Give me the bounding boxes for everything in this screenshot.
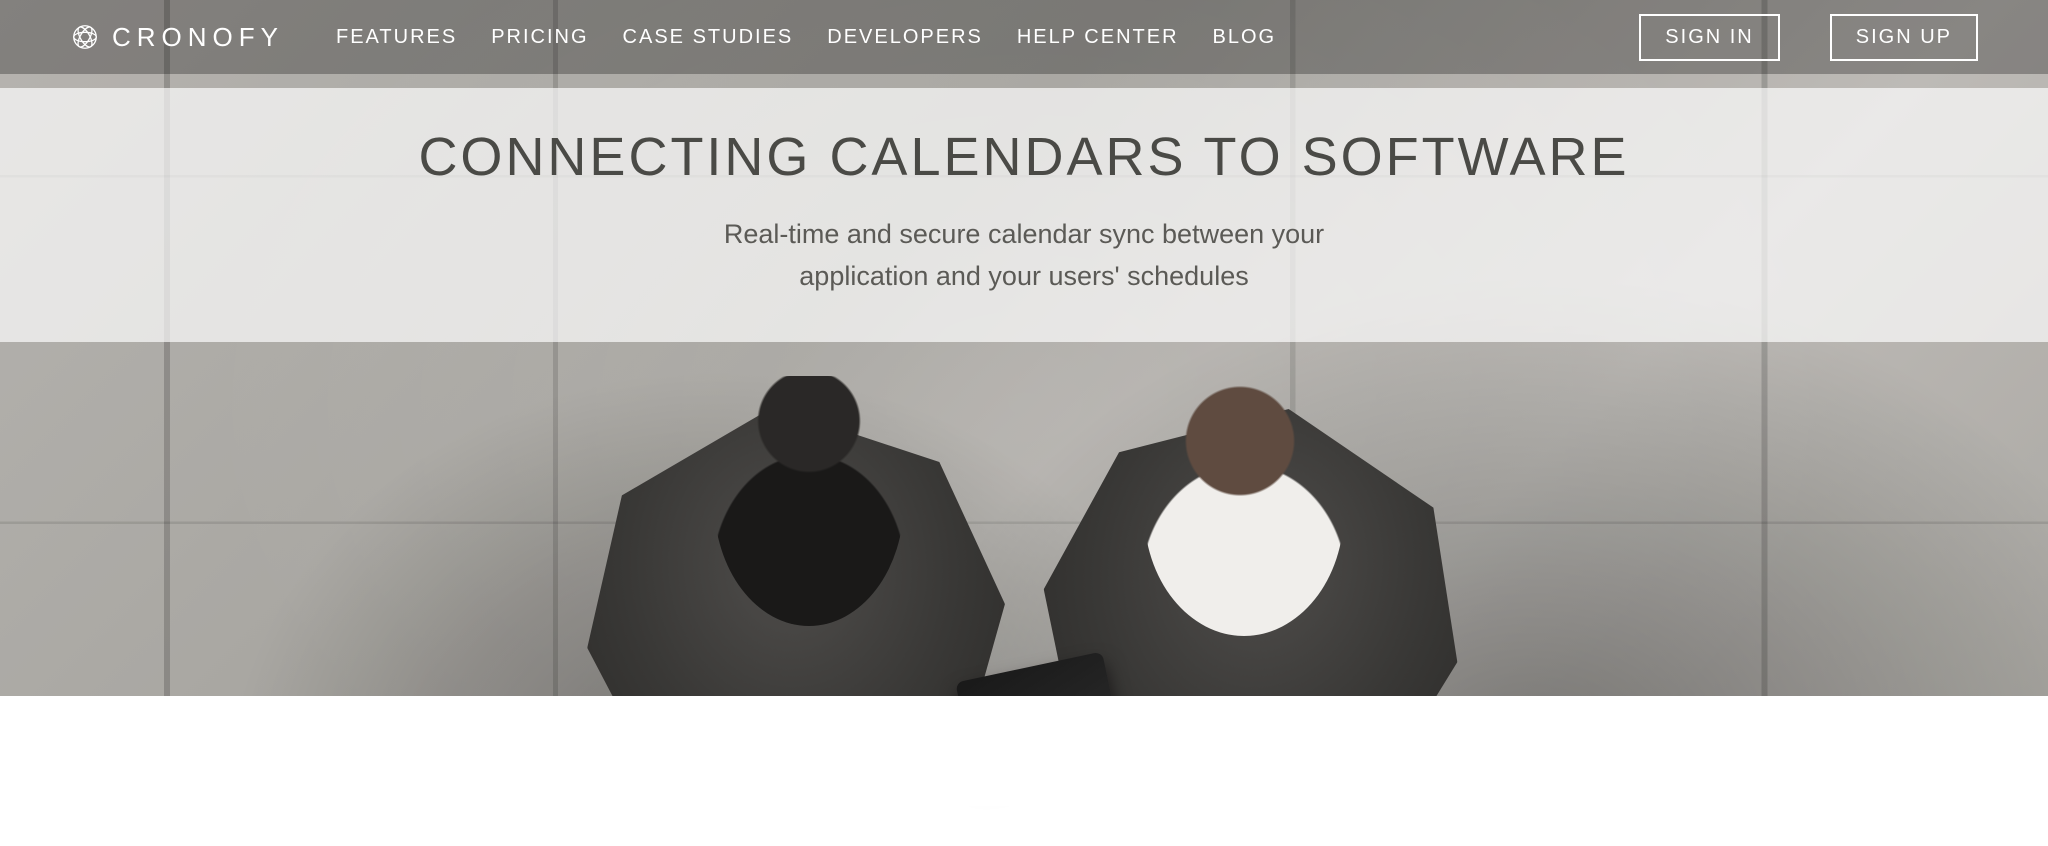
sign-in-button[interactable]: SIGN IN bbox=[1639, 14, 1779, 61]
sign-up-button[interactable]: SIGN UP bbox=[1830, 14, 1978, 61]
person-woman bbox=[1144, 386, 1344, 636]
hero-subline-line2: application and your users' schedules bbox=[799, 261, 1248, 291]
brand-link[interactable]: CRONOFY bbox=[70, 22, 284, 53]
brand-name: CRONOFY bbox=[112, 22, 284, 53]
nav-developers[interactable]: DEVELOPERS bbox=[827, 26, 983, 49]
nav-help-center[interactable]: HELP CENTER bbox=[1017, 26, 1179, 49]
nav-pricing[interactable]: PRICING bbox=[491, 26, 588, 49]
nav-case-studies[interactable]: CASE STUDIES bbox=[623, 26, 794, 49]
nav-blog[interactable]: BLOG bbox=[1213, 26, 1277, 49]
hero-subline-line1: Real-time and secure calendar sync betwe… bbox=[724, 219, 1324, 249]
nav-features[interactable]: FEATURES bbox=[336, 26, 457, 49]
brand-logo-icon bbox=[70, 22, 100, 52]
page-bottom-whitespace bbox=[0, 696, 2048, 806]
hero-headline-band: CONNECTING CALENDARS TO SOFTWARE Real-ti… bbox=[0, 88, 2048, 342]
top-nav: CRONOFY FEATURES PRICING CASE STUDIES DE… bbox=[0, 0, 2048, 74]
person-man bbox=[714, 376, 904, 626]
nav-links: FEATURES PRICING CASE STUDIES DEVELOPERS… bbox=[336, 26, 1276, 49]
hero-subline: Real-time and secure calendar sync betwe… bbox=[40, 214, 2008, 298]
hero-headline: CONNECTING CALENDARS TO SOFTWARE bbox=[40, 126, 2008, 188]
